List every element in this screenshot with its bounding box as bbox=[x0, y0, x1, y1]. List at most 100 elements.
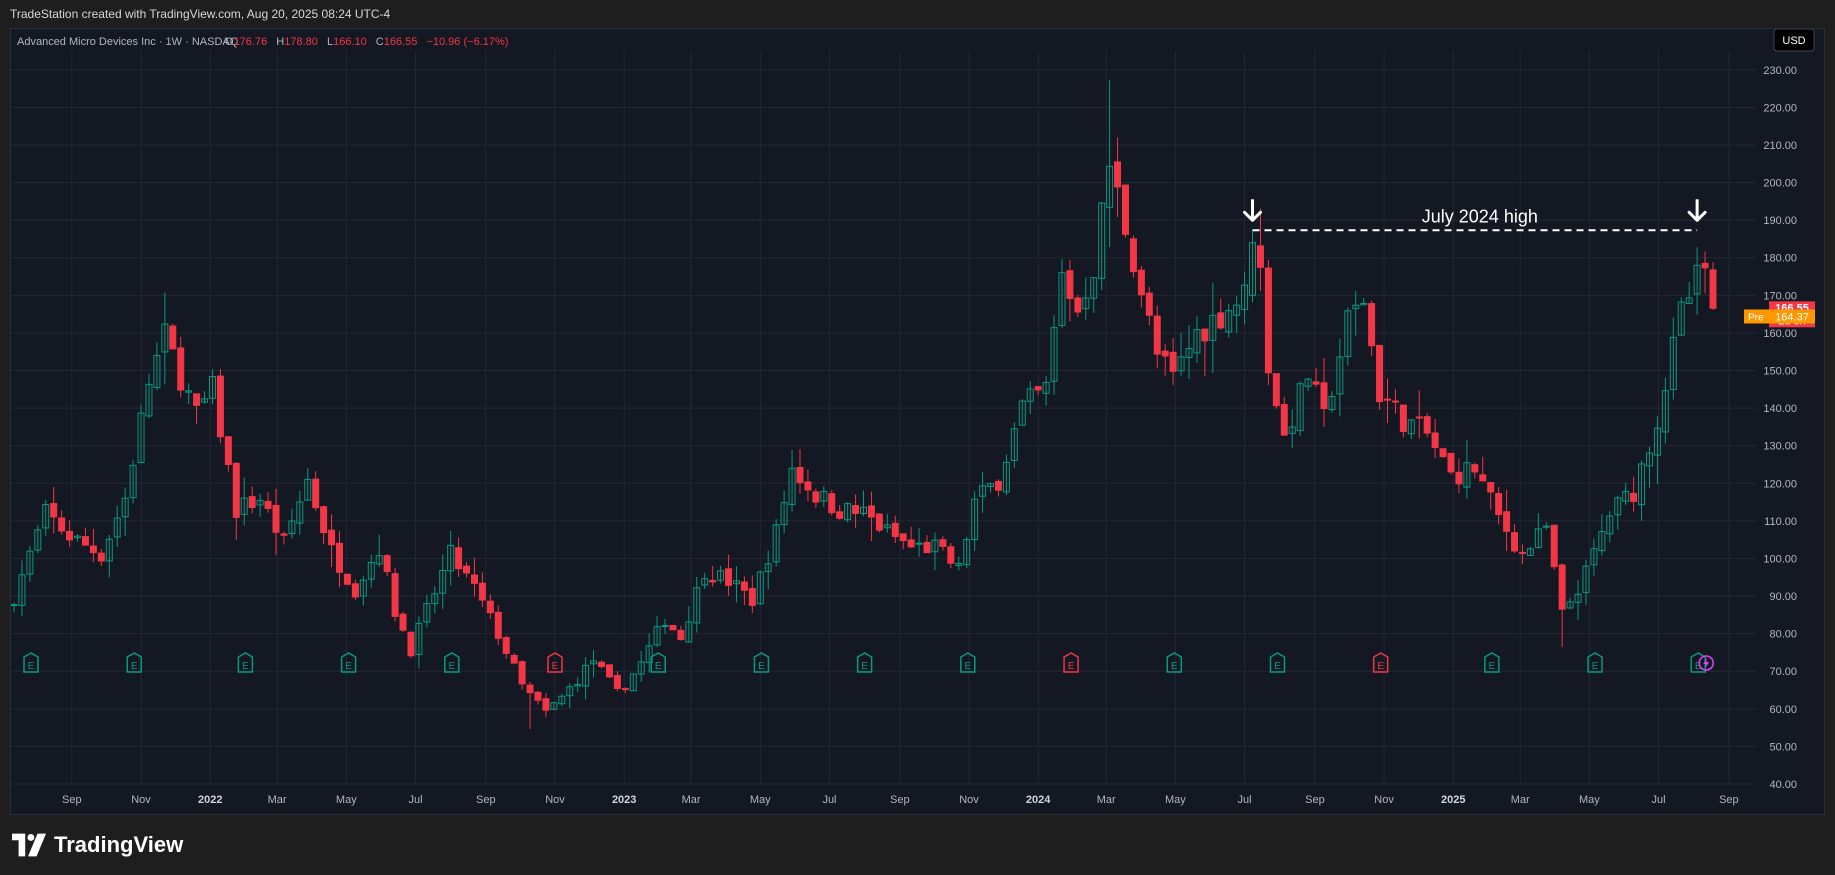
candle-body bbox=[1487, 482, 1495, 493]
currency-button[interactable]: USD bbox=[1773, 29, 1815, 52]
candle bbox=[534, 690, 542, 705]
candle-body bbox=[272, 504, 280, 533]
currency-label: USD bbox=[1782, 35, 1805, 47]
candle-body bbox=[81, 536, 89, 546]
time-tick-label: Sep bbox=[890, 794, 910, 806]
earnings-icon: E bbox=[1372, 652, 1389, 673]
candle bbox=[1002, 454, 1010, 496]
candle-body bbox=[1399, 404, 1407, 432]
candle bbox=[1058, 259, 1066, 328]
candle-body bbox=[1280, 404, 1288, 436]
candle bbox=[677, 625, 685, 641]
candle bbox=[494, 605, 502, 645]
candle bbox=[1463, 439, 1471, 499]
time-tick-label: Nov bbox=[959, 794, 979, 806]
earnings-letter: E bbox=[1377, 661, 1384, 672]
candle-body bbox=[89, 545, 97, 554]
candle bbox=[375, 534, 383, 568]
candle bbox=[1503, 490, 1511, 552]
candle-body bbox=[193, 393, 201, 406]
candle bbox=[1368, 300, 1376, 356]
earnings-letter: E bbox=[1171, 661, 1178, 672]
candle-body bbox=[915, 542, 923, 545]
candle bbox=[1630, 476, 1638, 512]
candle bbox=[248, 486, 256, 514]
candle bbox=[669, 624, 677, 631]
earnings-icon: E bbox=[1269, 652, 1286, 673]
candle-body bbox=[264, 500, 272, 509]
candle bbox=[1614, 495, 1622, 530]
candle-body bbox=[383, 555, 391, 573]
earnings-letter: E bbox=[28, 661, 35, 672]
candle bbox=[1304, 377, 1312, 391]
candle bbox=[81, 527, 89, 546]
candle bbox=[431, 586, 439, 614]
candle bbox=[772, 519, 780, 567]
candlestick-chart[interactable]: EEEEEEEEEEEEEEEEE 40.0050.0060.0070.0080… bbox=[11, 29, 1824, 814]
candle-body bbox=[1066, 270, 1074, 299]
candle bbox=[185, 383, 193, 405]
price-tick-label: 50.00 bbox=[1769, 741, 1797, 753]
candle-body bbox=[1709, 269, 1717, 309]
candle bbox=[987, 482, 995, 493]
candle bbox=[1336, 338, 1344, 417]
candle bbox=[867, 491, 875, 541]
arrow-down-icon bbox=[1687, 199, 1707, 222]
time-tick-label: May bbox=[1579, 794, 1600, 806]
candle bbox=[939, 536, 947, 551]
price-tick-label: 150.00 bbox=[1763, 366, 1797, 378]
candle-body bbox=[923, 541, 931, 554]
july-2024-high-label: July 2024 high bbox=[1422, 206, 1538, 226]
price-tick-label: 200.00 bbox=[1763, 178, 1797, 190]
time-tick-label: Mar bbox=[268, 794, 287, 806]
candle bbox=[1344, 307, 1352, 366]
candle bbox=[391, 567, 399, 622]
candle bbox=[105, 534, 113, 578]
candle-body bbox=[1447, 452, 1455, 473]
candle bbox=[18, 560, 26, 616]
grid bbox=[11, 51, 1756, 785]
candle bbox=[764, 550, 772, 590]
legend-h-value: 178.80 bbox=[284, 36, 318, 48]
chart-frame[interactable]: EEEEEEEEEEEEEEEEE 40.00 50.00 60.00 70.00 80… bbox=[10, 28, 1825, 815]
candle bbox=[1622, 482, 1630, 506]
candle bbox=[1495, 486, 1503, 525]
time-tick-label: Mar bbox=[1511, 794, 1530, 806]
candle bbox=[907, 526, 915, 548]
candle-body bbox=[518, 661, 526, 685]
pre-market-price: 164.37 bbox=[1775, 311, 1809, 323]
candle-body bbox=[224, 436, 232, 466]
candle bbox=[1209, 282, 1217, 374]
time-tick-label: May bbox=[1165, 794, 1186, 806]
price-tick-label: 130.00 bbox=[1763, 441, 1797, 453]
price-tick-label: 220.00 bbox=[1763, 102, 1797, 114]
candle bbox=[1511, 524, 1519, 553]
time-tick-label: Sep bbox=[1305, 794, 1325, 806]
candle-body bbox=[58, 517, 66, 532]
tradingview-logo-icon bbox=[12, 833, 46, 857]
candle bbox=[224, 435, 232, 472]
earnings-letter: E bbox=[1068, 661, 1075, 672]
candle-body bbox=[748, 588, 756, 606]
candle-body bbox=[97, 552, 105, 562]
earnings-letter: E bbox=[965, 661, 972, 672]
candle-body bbox=[812, 491, 820, 503]
candle-body bbox=[1471, 464, 1479, 473]
candle-body bbox=[351, 583, 359, 598]
candle-body bbox=[177, 347, 185, 391]
candle-body bbox=[621, 688, 629, 691]
candle bbox=[312, 471, 320, 511]
earnings-letter: E bbox=[552, 661, 559, 672]
earnings-letter: E bbox=[1274, 661, 1281, 672]
price-tick-label: 90.00 bbox=[1769, 591, 1797, 603]
candle bbox=[1542, 522, 1550, 530]
candle bbox=[1272, 373, 1280, 409]
candle-body bbox=[502, 637, 510, 654]
candle bbox=[113, 505, 121, 548]
tradingview-logo: TradingView bbox=[12, 828, 183, 862]
candle bbox=[518, 660, 526, 690]
candle-body bbox=[1272, 373, 1280, 407]
earnings-icon: E bbox=[1166, 652, 1183, 673]
earnings-letter: E bbox=[242, 661, 249, 672]
candle bbox=[264, 492, 272, 513]
